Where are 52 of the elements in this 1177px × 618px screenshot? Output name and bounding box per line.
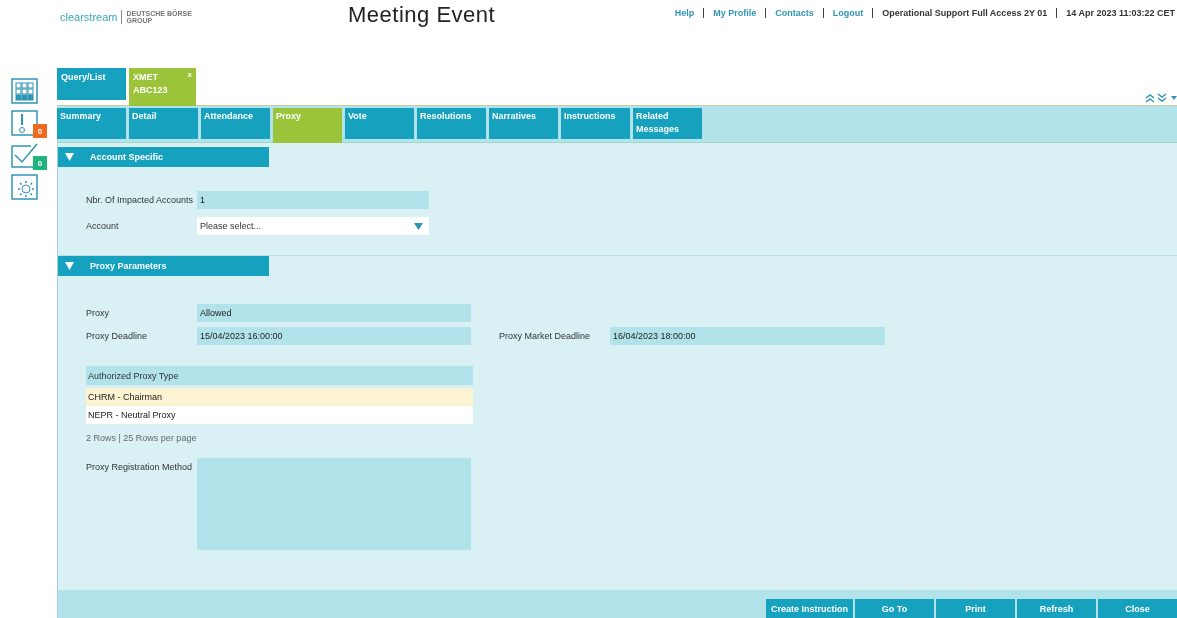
tab[interactable]: Proxy bbox=[273, 108, 342, 143]
document-tab[interactable]: Query/List bbox=[57, 68, 126, 100]
field-label: Account bbox=[86, 221, 120, 231]
tab[interactable]: Instructions bbox=[561, 108, 630, 139]
value-field: 15/04/2023 16:00:00 bbox=[197, 327, 471, 345]
header-link[interactable]: My Profile bbox=[713, 8, 757, 18]
date-time: 14 Apr 2023 11:03:22 CET bbox=[1066, 8, 1175, 18]
gear-icon[interactable] bbox=[11, 174, 38, 200]
footer-button[interactable]: Print bbox=[936, 599, 1015, 618]
count-badge: 0 bbox=[33, 156, 47, 170]
column-header: Authorized Proxy Type bbox=[86, 366, 473, 385]
footer-button[interactable]: Create Instruction bbox=[766, 599, 853, 618]
count-badge: 0 bbox=[33, 124, 47, 138]
tab[interactable]: Detail bbox=[129, 108, 198, 139]
tab[interactable]: Vote bbox=[345, 108, 414, 139]
section-header[interactable]: Proxy Parameters bbox=[58, 256, 269, 276]
document-tab[interactable]: XMET ABC123 x bbox=[129, 68, 196, 106]
table-row[interactable]: CHRM - Chairman bbox=[86, 388, 473, 406]
tab[interactable]: Attendance bbox=[201, 108, 270, 139]
grid-icon[interactable] bbox=[11, 78, 38, 104]
exclamation-icon[interactable] bbox=[11, 110, 38, 136]
value-field: Allowed bbox=[197, 304, 471, 322]
header-link[interactable]: Help bbox=[674, 8, 695, 18]
tab[interactable]: Related Messages bbox=[633, 108, 702, 139]
header-link[interactable]: Logout bbox=[832, 8, 864, 18]
header-link[interactable]: Contacts bbox=[775, 8, 814, 18]
account-dropdown[interactable]: Please select... bbox=[197, 217, 429, 235]
footer-button[interactable]: Refresh bbox=[1017, 599, 1096, 618]
field-label: Proxy bbox=[86, 308, 110, 318]
value-field: 16/04/2023 18:00:00 bbox=[610, 327, 885, 345]
value-field: 1 bbox=[197, 191, 429, 209]
section-header[interactable]: Account Specific bbox=[58, 147, 269, 167]
collapse-triangle-icon[interactable] bbox=[65, 262, 74, 270]
tab[interactable]: Narratives bbox=[489, 108, 558, 139]
pager-text: 2 Rows | 25 Rows per page bbox=[86, 433, 198, 443]
page-title: Meeting Event bbox=[348, 2, 496, 28]
field-label: Nbr. Of Impacted Accounts bbox=[86, 195, 195, 205]
field-label: Proxy Market Deadline bbox=[499, 331, 592, 341]
expand-collapse-icon[interactable] bbox=[1145, 93, 1177, 103]
dropdown-arrow-icon bbox=[414, 222, 423, 230]
field-label: Proxy Deadline bbox=[86, 331, 149, 341]
checkmark-icon[interactable] bbox=[11, 142, 38, 168]
collapse-triangle-icon[interactable] bbox=[65, 153, 74, 161]
footer-button[interactable]: Close bbox=[1098, 599, 1177, 618]
close-tab-button[interactable]: x bbox=[187, 68, 192, 81]
tab[interactable]: Resolutions bbox=[417, 108, 486, 139]
field-label: Proxy Registration Method bbox=[86, 461, 194, 472]
logo-brand: clearstream bbox=[60, 11, 118, 23]
tab[interactable]: Summary bbox=[57, 108, 126, 139]
user-role: Operational Support Full Access 2Y 01 bbox=[882, 8, 1048, 18]
footer-button[interactable]: Go To bbox=[855, 599, 934, 618]
table-row[interactable]: NEPR - Neutral Proxy bbox=[86, 406, 473, 424]
